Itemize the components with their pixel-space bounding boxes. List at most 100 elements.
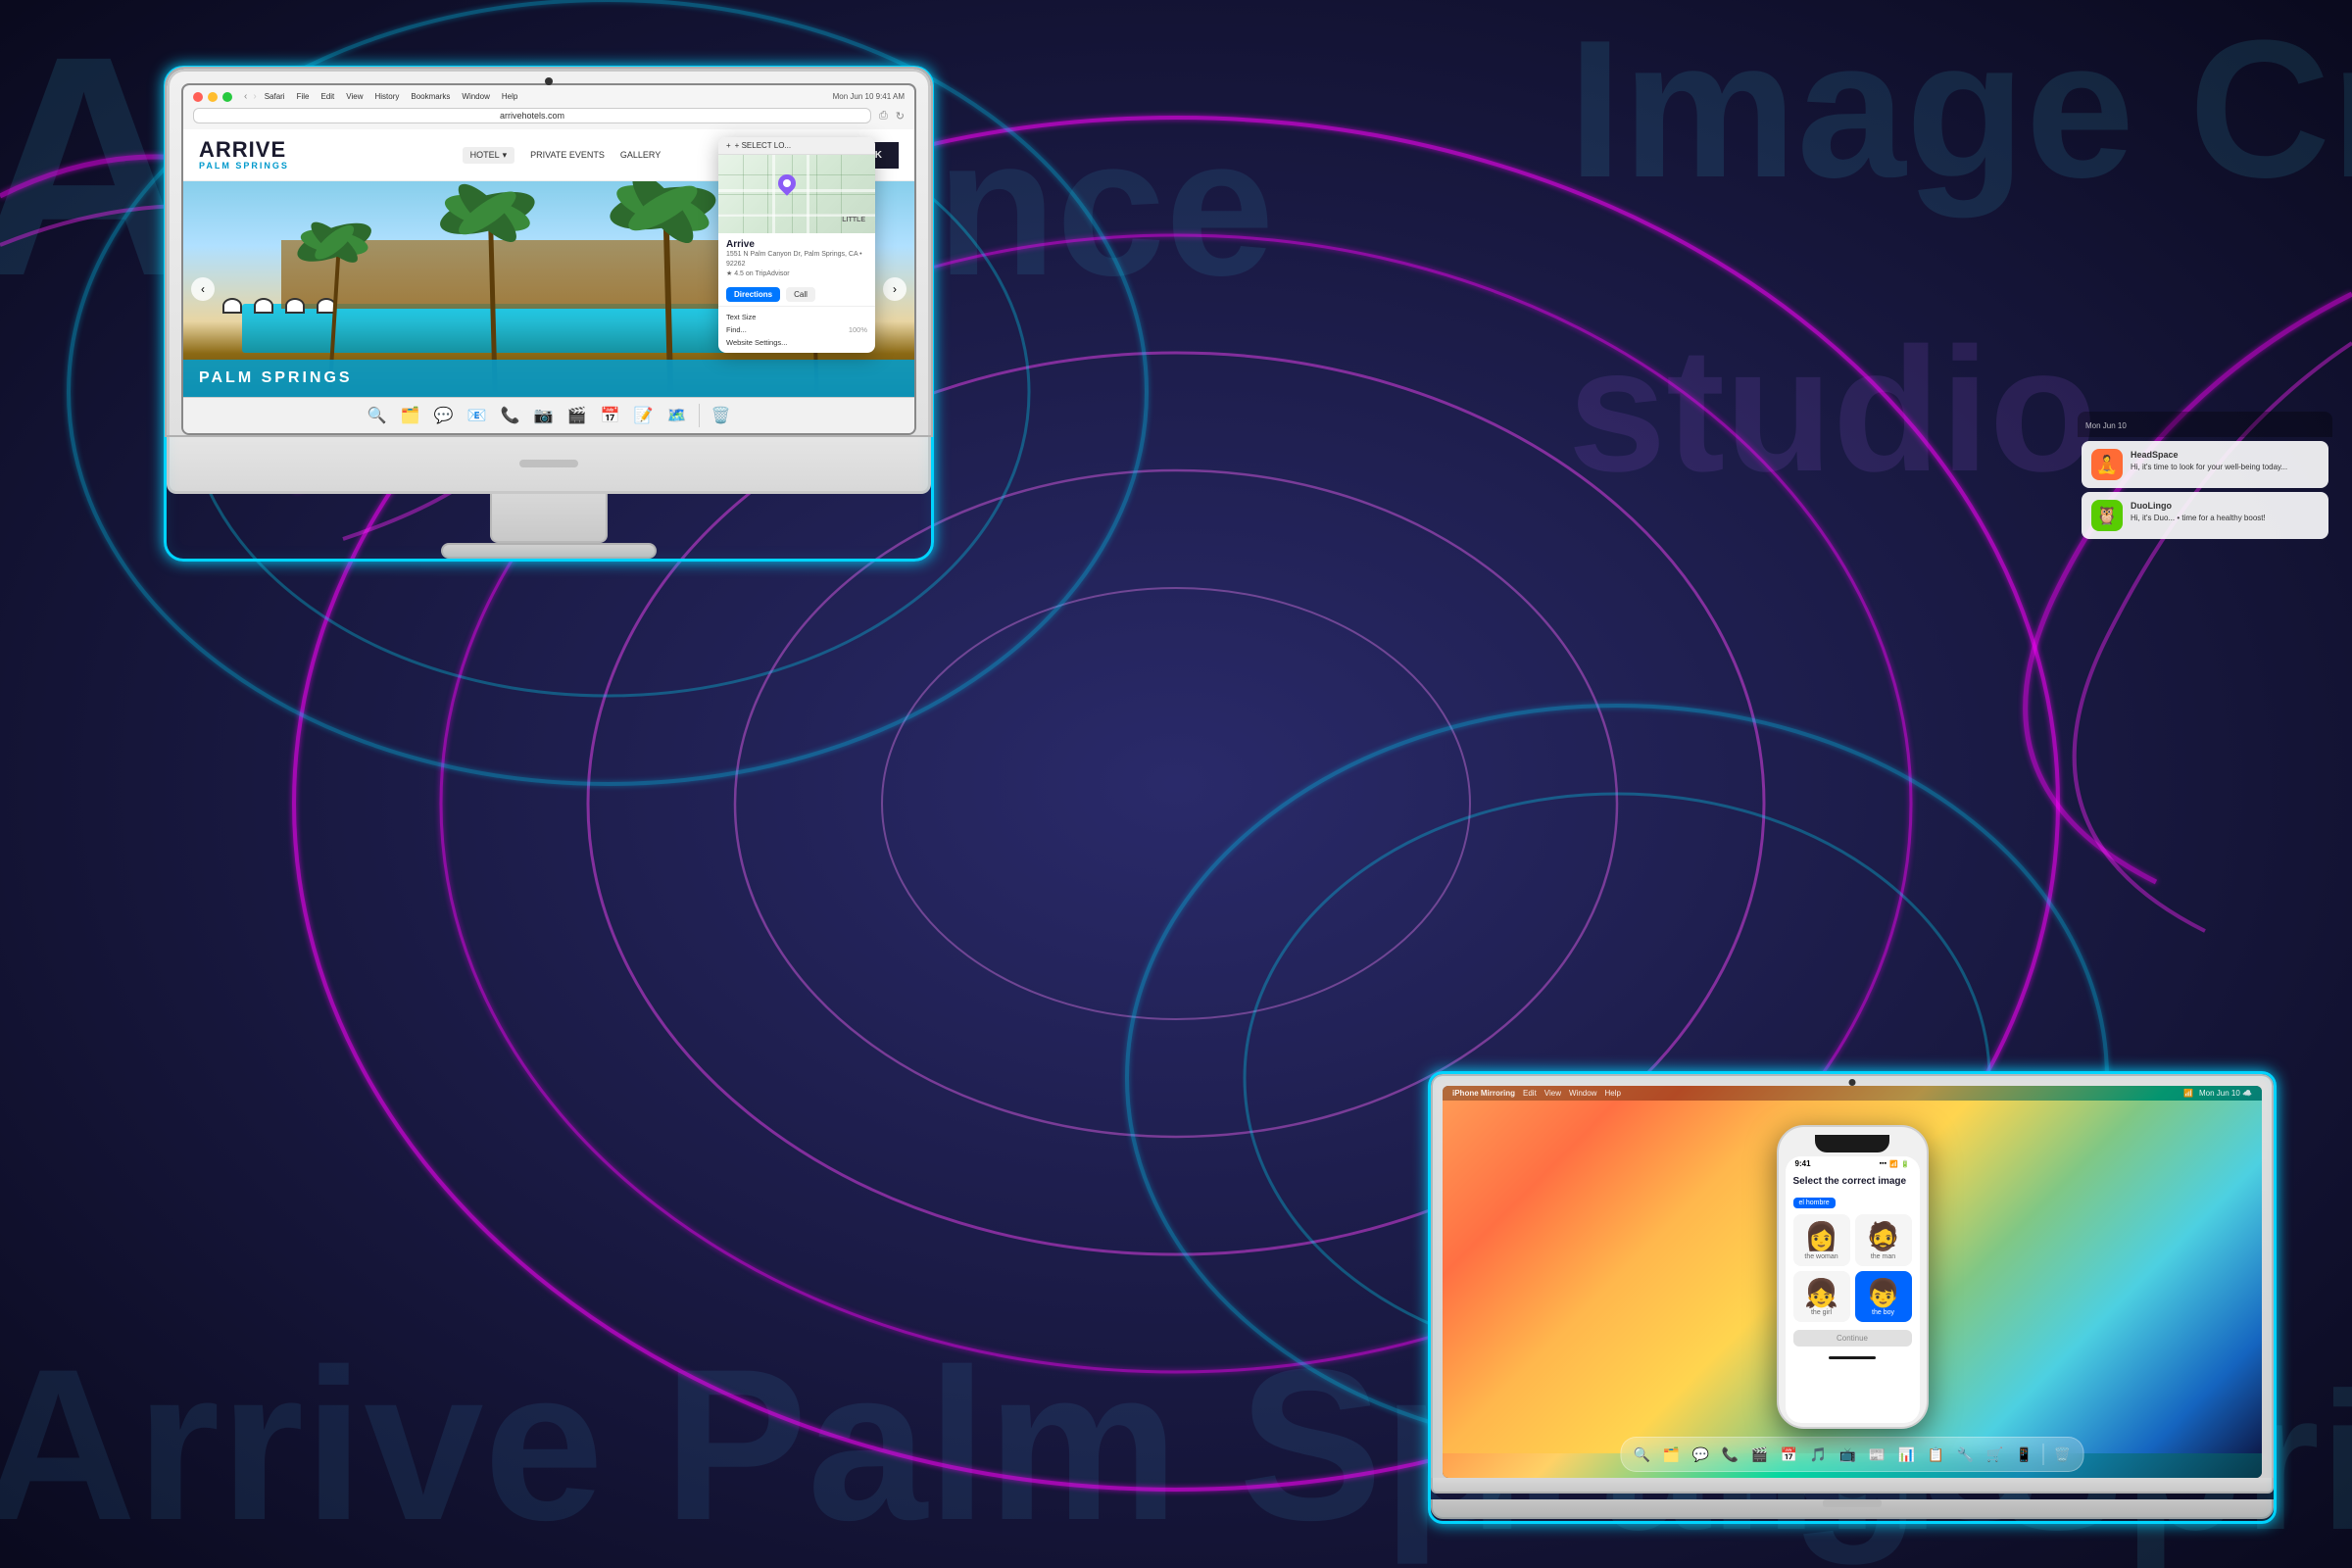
continue-button[interactable]: Continue [1793,1330,1912,1347]
dock-calendar[interactable]: 📅 [597,402,624,429]
private-events-link[interactable]: PRIVATE EVENTS [530,150,605,160]
map-rating: ★ 4.5 on TripAdvisor [726,270,867,277]
nav-buttons: ‹ › [244,91,257,102]
map-location-name: Arrive [726,239,867,250]
share-icon[interactable]: ⎙ [879,110,888,122]
dropdown-chevron-icon: ▾ [503,150,508,161]
dock-mail[interactable]: 📧 [464,402,491,429]
safari-menu-edit[interactable]: Edit [320,92,334,101]
minimize-button[interactable] [208,92,218,102]
back-icon[interactable]: ‹ [244,91,247,102]
macbook-dock-numbers[interactable]: 📊 [1894,1442,1920,1467]
url-bar[interactable]: arrivehotels.com [193,108,871,123]
macbook-dock-calendar[interactable]: 📅 [1777,1442,1802,1467]
macbook-menu-help[interactable]: Help [1604,1089,1620,1098]
prev-slide-button[interactable]: ‹ [191,277,215,301]
safari-menu-history[interactable]: History [374,92,399,101]
directions-button[interactable]: Directions [726,287,780,302]
call-button[interactable]: Call [786,287,815,302]
macbook-dock-keynote[interactable]: 📋 [1924,1442,1949,1467]
macbook-dock-phone[interactable]: 📞 [1718,1442,1743,1467]
traffic-lights[interactable] [193,92,232,102]
safari-menu-view[interactable]: View [346,92,363,101]
website-settings-label: Website Settings... [726,338,787,347]
safari-menu-file[interactable]: File [297,92,310,101]
macbook-dock-facetime[interactable]: 🎬 [1747,1442,1773,1467]
fullscreen-button[interactable] [222,92,232,102]
macbook-dock-music[interactable]: 🎵 [1806,1442,1832,1467]
next-slide-button[interactable]: › [883,277,906,301]
map-grid-line [718,174,875,175]
iphone-character-grid: 👩 the woman 🧔 the man [1793,1214,1912,1322]
text-size-label: Text Size [726,313,756,321]
dock-facetime[interactable]: 🎬 [564,402,591,429]
iphone-home-bar [1829,1356,1876,1359]
safari-menu-bookmarks[interactable]: Bookmarks [411,92,450,101]
macbook-dock-appstore[interactable]: 🛒 [1983,1442,2008,1467]
website-settings-option[interactable]: Website Settings... [726,336,867,349]
safari-chrome: ‹ › Safari File Edit View History Bookma… [183,85,914,129]
macbook-menu-view[interactable]: View [1544,1089,1561,1098]
dock-trash[interactable]: 🗑️ [708,402,735,429]
notification-duolingo[interactable]: 🦉 DuoLingo Hi, it's Duo... • time for a … [2082,492,2328,539]
map-pin [777,174,797,198]
imac-chin [167,435,931,494]
safari-menu-window[interactable]: Window [462,92,489,101]
macbook-dock-xcode[interactable]: 🔧 [1953,1442,1979,1467]
dock-separator [2043,1444,2044,1465]
imac-dock: 🔍 🗂️ 💬 📧 📞 📷 🎬 📅 📝 🗺️ 🗑️ [183,397,914,433]
dock-maps[interactable]: 🗺️ [663,402,691,429]
imac-screen-wrapper: ‹ › Safari File Edit View History Bookma… [167,69,931,435]
trackpad[interactable] [1823,1499,1882,1507]
gallery-link[interactable]: GALLERY [620,150,661,160]
select-location-bar: + + SELECT LO... [718,137,875,155]
notification-header: Mon Jun 10 [2078,412,2332,437]
text-size-option[interactable]: Text Size [726,311,867,323]
select-location-text[interactable]: + SELECT LO... [735,141,791,150]
safari-menu-help[interactable]: Help [502,92,517,101]
macbook-dock-tv[interactable]: 📺 [1836,1442,1861,1467]
iphone-card-woman[interactable]: 👩 the woman [1793,1214,1850,1266]
duolingo-icon: 🦉 [2091,500,2123,531]
macbook-menu-iphone-mirroring[interactable]: iPhone Mirroring [1452,1089,1515,1098]
iphone-card-boy[interactable]: 👦 the boy [1855,1271,1912,1323]
map-area[interactable]: LITTLE [718,155,875,233]
macbook-dock-iphone[interactable]: 📱 [2012,1442,2037,1467]
map-grid-line [743,155,744,233]
map-area-label: LITTLE [842,217,865,223]
forward-icon[interactable]: › [253,91,256,102]
dock-phone[interactable]: 📞 [497,402,524,429]
macbook-dock-news[interactable]: 📰 [1865,1442,1890,1467]
dock-finder[interactable]: 🔍 [364,402,391,429]
reload-icon[interactable]: ↻ [896,110,905,122]
notification-panel-time: Mon Jun 10 [2085,421,2127,430]
imac-logo [519,460,578,467]
macbook-dock-launchpad[interactable]: 🗂️ [1659,1442,1685,1467]
iphone-card-girl[interactable]: 👧 the girl [1793,1271,1850,1323]
headspace-text: HeadSpace Hi, it's time to look for your… [2131,449,2287,472]
imac-camera [545,77,553,85]
imac-base [441,543,657,559]
notification-headspace[interactable]: 🧘 HeadSpace Hi, it's time to look for yo… [2082,441,2328,488]
macbook-dock-messages[interactable]: 💬 [1689,1442,1714,1467]
headspace-title: HeadSpace [2131,449,2287,462]
macbook-menu-edit[interactable]: Edit [1523,1089,1537,1098]
mirrored-iphone: 9:41 ▪▪▪ 📶 🔋 [1777,1125,1929,1429]
dock-photos[interactable]: 📷 [530,402,558,429]
safari-menu-safari[interactable]: Safari [265,92,285,101]
close-button[interactable] [193,92,203,102]
macbook-menu-left: iPhone Mirroring Edit View Window Help [1452,1089,1621,1098]
website-content: ARRIVE PALM SPRINGS HOTEL ▾ PRIVATE EVEN… [183,129,914,433]
iphone-card-man[interactable]: 🧔 the man [1855,1214,1912,1266]
map-action-buttons: Directions Call [718,283,875,306]
macbook-dock-finder[interactable]: 🔍 [1630,1442,1655,1467]
find-option[interactable]: Find... 100% [726,323,867,336]
dock-notes[interactable]: 📝 [630,402,658,429]
dock-launchpad[interactable]: 🗂️ [397,402,424,429]
duolingo-text: DuoLingo Hi, it's Duo... • time for a he… [2131,500,2266,523]
hotel-dropdown[interactable]: HOTEL ▾ [463,147,515,164]
dock-messages[interactable]: 💬 [430,402,458,429]
macbook-dock-trash[interactable]: 🗑️ [2050,1442,2076,1467]
iphone-status-icons: ▪▪▪ 📶 🔋 [1880,1160,1910,1168]
macbook-menu-window[interactable]: Window [1569,1089,1596,1098]
